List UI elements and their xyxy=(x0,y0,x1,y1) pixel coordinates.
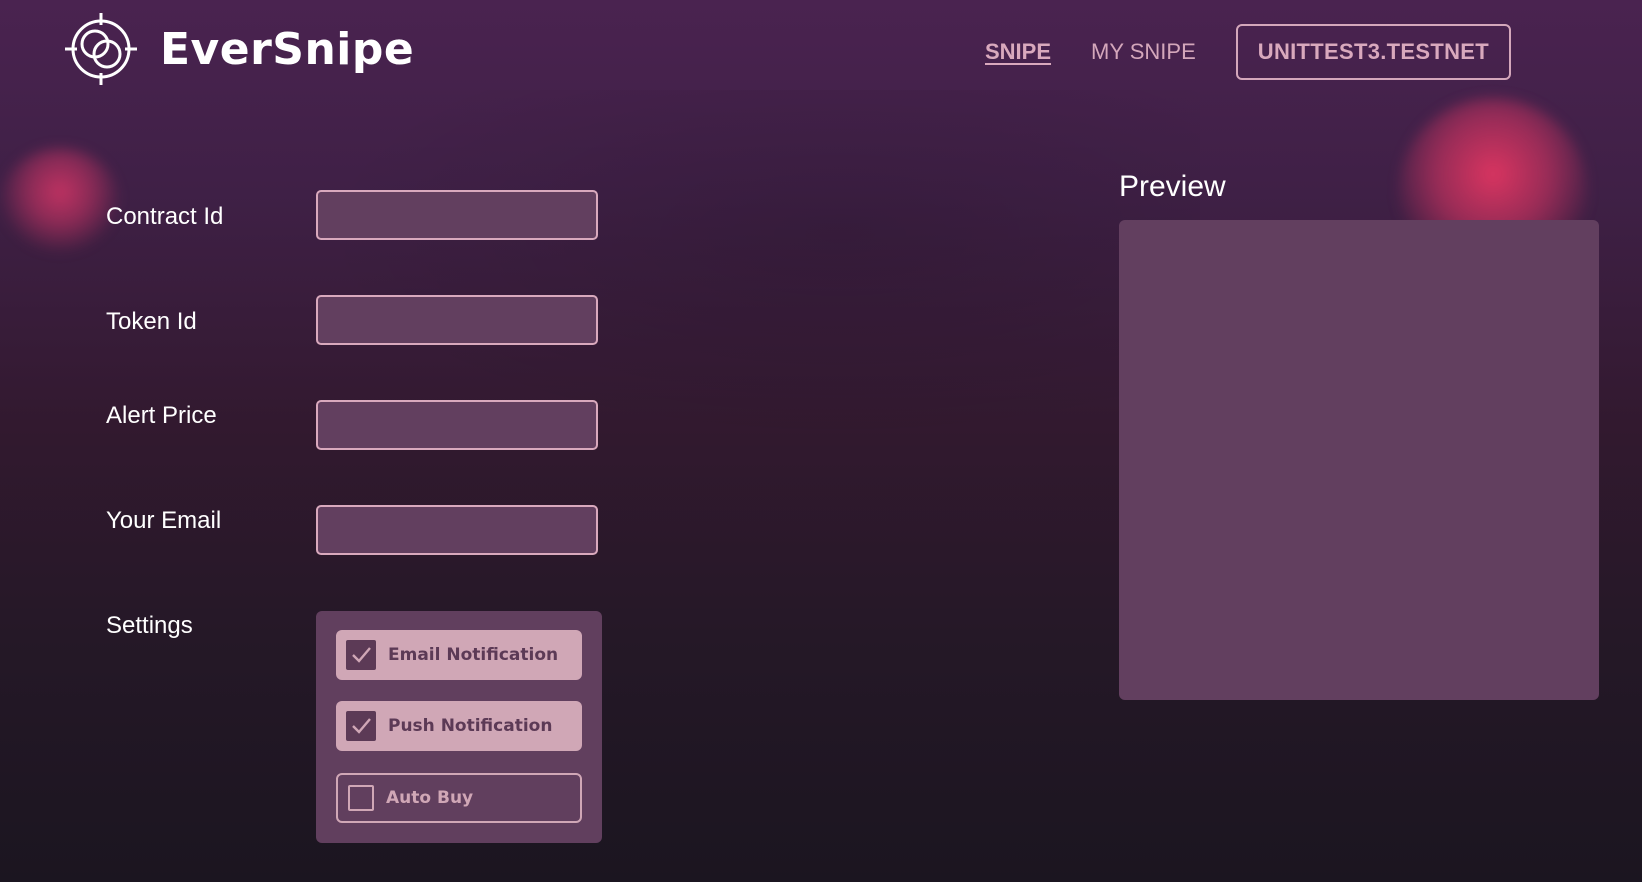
email-notification-label: Email Notification xyxy=(388,645,559,665)
crosshair-logo-icon xyxy=(65,13,137,85)
settings-label: Settings xyxy=(106,612,193,639)
push-notification-checkbox[interactable] xyxy=(346,711,376,741)
contract-id-label: Contract Id xyxy=(106,203,224,230)
account-button[interactable]: UNITTEST3.TESTNET xyxy=(1235,24,1511,80)
logo-text: EverSnipe xyxy=(160,23,415,75)
auto-buy-checkbox[interactable] xyxy=(348,785,374,811)
checkmark-icon xyxy=(352,718,371,734)
nav-my-snipe[interactable]: MY SNIPE xyxy=(1091,39,1196,65)
preview-box xyxy=(1119,220,1599,700)
token-id-input[interactable] xyxy=(316,295,598,345)
push-notification-label: Push Notification xyxy=(388,716,553,736)
email-input[interactable] xyxy=(316,505,598,555)
auto-buy-option[interactable]: Auto Buy xyxy=(336,773,582,823)
contract-id-input[interactable] xyxy=(316,190,598,240)
alert-price-input[interactable] xyxy=(316,400,598,450)
decorative-glow-left xyxy=(0,148,120,258)
token-id-label: Token Id xyxy=(106,308,197,335)
auto-buy-label: Auto Buy xyxy=(386,788,474,808)
checkmark-icon xyxy=(352,647,371,663)
settings-panel: Email Notification Push Notification Aut… xyxy=(316,611,602,843)
preview-title: Preview xyxy=(1119,170,1226,203)
email-notification-checkbox[interactable] xyxy=(346,640,376,670)
nav-snipe[interactable]: SNIPE xyxy=(985,39,1051,65)
background-shade xyxy=(300,90,1200,450)
top-nav: SNIPE MY SNIPE UNITTEST3.TESTNET xyxy=(985,22,1511,82)
push-notification-option[interactable]: Push Notification xyxy=(336,701,582,751)
alert-price-label: Alert Price xyxy=(106,402,217,429)
email-notification-option[interactable]: Email Notification xyxy=(336,630,582,680)
logo[interactable]: EverSnipe xyxy=(64,12,414,86)
email-label: Your Email xyxy=(106,507,222,534)
